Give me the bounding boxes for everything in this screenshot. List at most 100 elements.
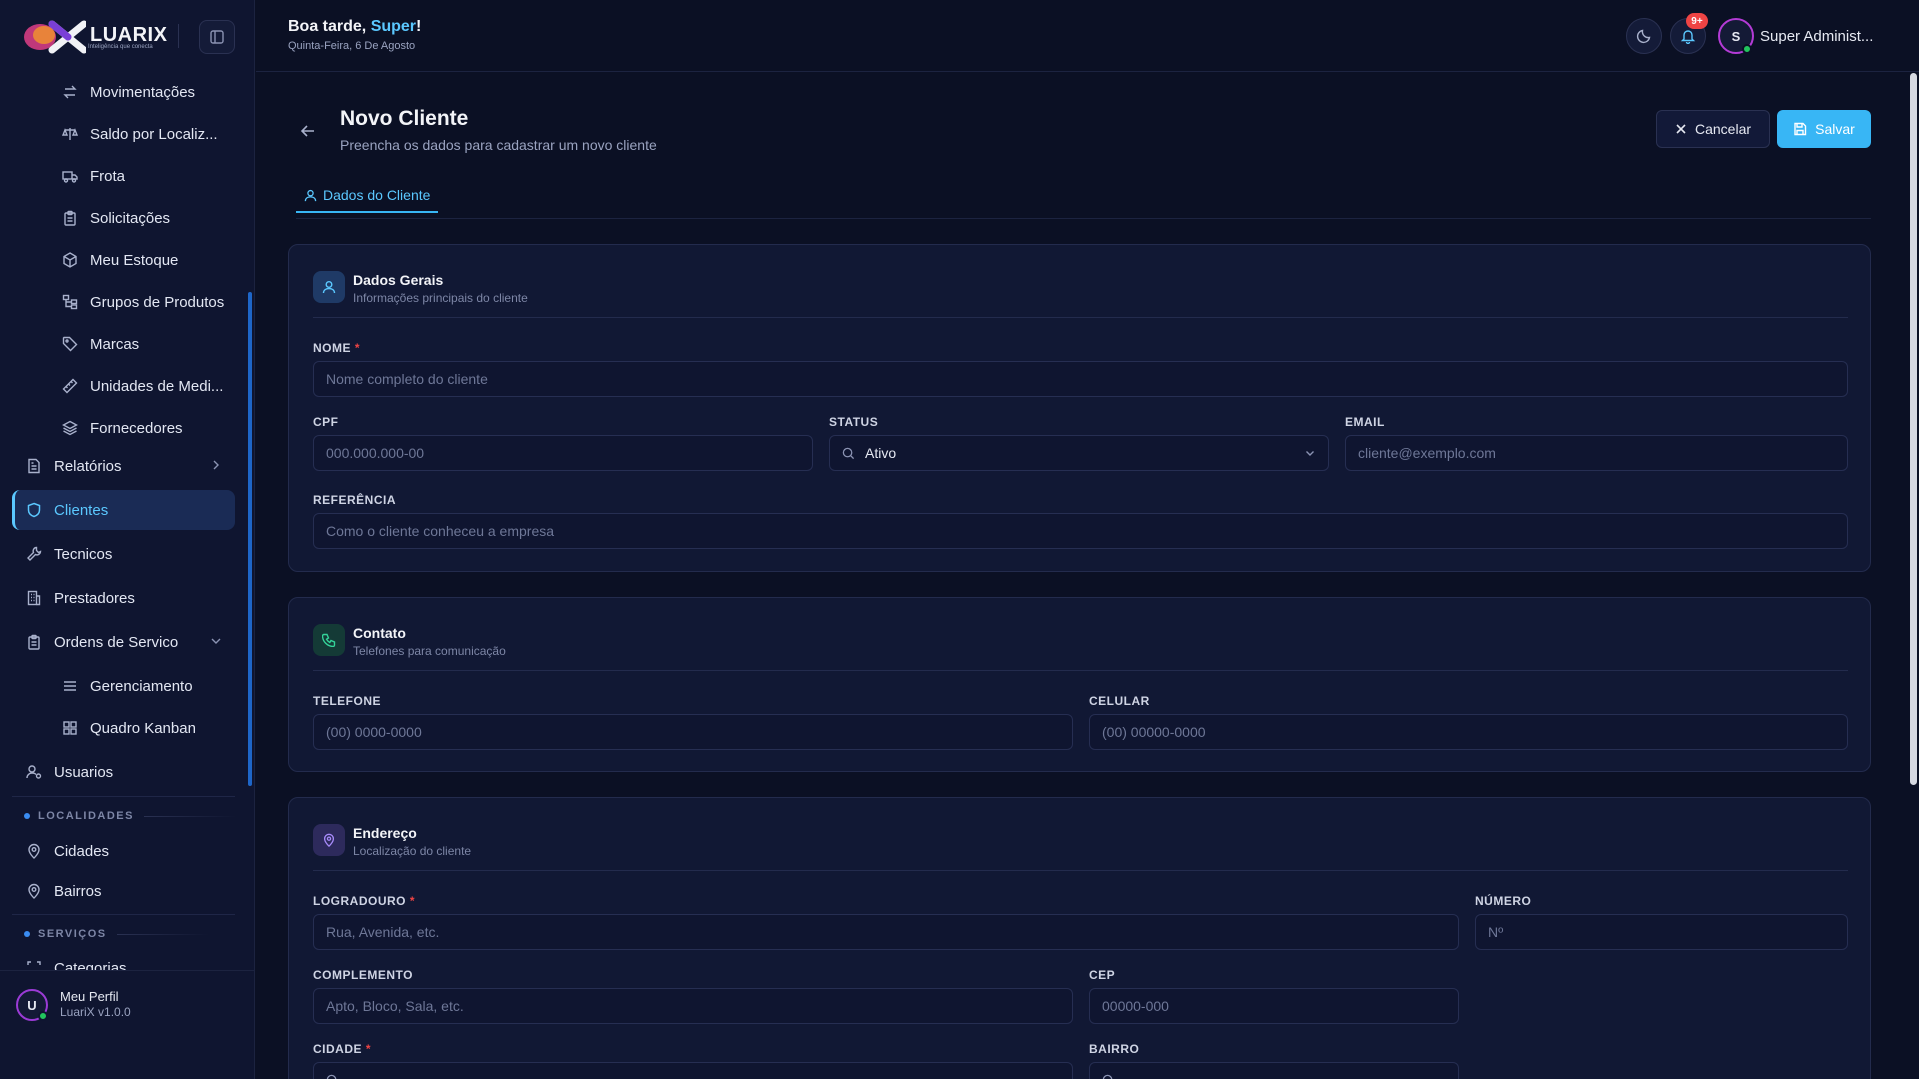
sidebar-item-gerenciamento[interactable]: Gerenciamento bbox=[12, 666, 235, 706]
telefone-input[interactable]: (00) 0000-0000 bbox=[313, 714, 1073, 750]
report-icon bbox=[24, 456, 44, 476]
sidebar-item-ordens-servico[interactable]: Ordens de Servico bbox=[12, 622, 235, 662]
referencia-input[interactable]: Como o cliente conheceu a empresa bbox=[313, 513, 1848, 549]
cidade-label: CIDADE * bbox=[313, 1042, 371, 1056]
tree-icon bbox=[60, 292, 80, 312]
email-label: EMAIL bbox=[1345, 415, 1385, 429]
celular-input[interactable]: (00) 00000-0000 bbox=[1089, 714, 1848, 750]
save-icon bbox=[1794, 122, 1807, 136]
numero-input[interactable]: Nº bbox=[1475, 914, 1848, 950]
sidebar-item-frota[interactable]: Frota bbox=[12, 156, 235, 196]
card-dados-gerais: Dados Gerais Informações principais do c… bbox=[288, 244, 1871, 572]
app-version: LuariX v1.0.0 bbox=[60, 1005, 131, 1019]
cpf-input[interactable]: 000.000.000-00 bbox=[313, 435, 813, 471]
page-subtitle: Preencha os dados para cadastrar um novo… bbox=[340, 137, 657, 153]
sidebar-item-marcas[interactable]: Marcas bbox=[12, 324, 235, 364]
sidebar-item-label: Fornecedores bbox=[90, 419, 183, 437]
current-date: Quinta-Feira, 6 De Agosto bbox=[288, 40, 416, 52]
tab-label: Dados do Cliente bbox=[323, 187, 431, 203]
sidebar-item-usuarios[interactable]: Usuarios bbox=[12, 752, 235, 792]
section-localidades: LOCALIDADES bbox=[24, 810, 236, 822]
email-input[interactable]: cliente@exemplo.com bbox=[1345, 435, 1848, 471]
close-icon bbox=[1676, 124, 1686, 134]
save-button[interactable]: Salvar bbox=[1777, 110, 1871, 148]
card-title: Contato bbox=[353, 625, 406, 641]
sidebar-item-label: Clientes bbox=[54, 501, 109, 519]
sidebar-item-label: Ordens de Servico bbox=[54, 633, 179, 651]
chevron-down-icon bbox=[1304, 447, 1316, 459]
search-icon bbox=[1102, 1074, 1115, 1079]
scale-icon bbox=[60, 124, 80, 144]
sidebar-item-clientes[interactable]: Clientes bbox=[12, 490, 235, 530]
page-scrollbar[interactable] bbox=[1908, 73, 1919, 1079]
brain-logo-icon bbox=[24, 20, 86, 54]
required-mark: * bbox=[354, 341, 361, 355]
sidebar-item-solicitacoes[interactable]: Solicitações bbox=[12, 198, 235, 238]
sidebar-item-label: Relatórios bbox=[54, 457, 122, 475]
clipboard-icon bbox=[60, 208, 80, 228]
user-name[interactable]: Super Administ... bbox=[1760, 28, 1873, 45]
profile-menu[interactable]: U Meu Perfil LuariX v1.0.0 bbox=[0, 970, 255, 1079]
online-indicator bbox=[38, 1011, 48, 1021]
tabs-divider bbox=[296, 218, 1871, 219]
save-label: Salvar bbox=[1815, 121, 1855, 137]
cancel-button[interactable]: Cancelar bbox=[1656, 110, 1770, 148]
sidebar-scrollbar[interactable] bbox=[248, 292, 252, 786]
theme-toggle-button[interactable] bbox=[1626, 18, 1662, 54]
card-subtitle: Localização do cliente bbox=[353, 844, 472, 858]
greeting-prefix: Boa tarde, bbox=[288, 18, 371, 35]
complemento-input[interactable]: Apto, Bloco, Sala, etc. bbox=[313, 988, 1073, 1024]
card-divider bbox=[313, 870, 1848, 871]
sidebar-item-label: Unidades de Medi... bbox=[90, 377, 224, 395]
nome-input[interactable]: Nome completo do cliente bbox=[313, 361, 1848, 397]
back-button[interactable] bbox=[296, 119, 320, 143]
scrollbar-thumb[interactable] bbox=[1910, 73, 1917, 785]
sidebar-item-tecnicos[interactable]: Tecnicos bbox=[12, 534, 235, 574]
sidebar-item-unidades[interactable]: Unidades de Medi... bbox=[12, 366, 235, 406]
sidebar-item-movimentacoes[interactable]: Movimentações bbox=[12, 72, 235, 112]
sidebar-item-quadro-kanban[interactable]: Quadro Kanban bbox=[12, 708, 235, 748]
sidebar-item-label: Gerenciamento bbox=[90, 677, 193, 695]
card-divider bbox=[313, 670, 1848, 671]
sidebar-item-saldo[interactable]: Saldo por Localiz... bbox=[12, 114, 235, 154]
logradouro-input[interactable]: Rua, Avenida, etc. bbox=[313, 914, 1459, 950]
logo-divider bbox=[178, 24, 179, 48]
tab-dados-cliente[interactable]: Dados do Cliente bbox=[296, 179, 439, 213]
search-icon bbox=[842, 447, 855, 460]
sidebar-item-label: Quadro Kanban bbox=[90, 719, 196, 737]
sidebar-item-label: Categorias bbox=[54, 959, 127, 971]
card-divider bbox=[313, 317, 1848, 318]
status-select[interactable]: Ativo bbox=[829, 435, 1329, 471]
section-dot bbox=[24, 813, 30, 819]
sidebar-item-prestadores[interactable]: Prestadores bbox=[12, 578, 235, 618]
greeting-suffix: ! bbox=[416, 18, 422, 35]
scan-icon bbox=[24, 958, 44, 970]
user-icon bbox=[304, 189, 317, 201]
sidebar-item-grupos-produtos[interactable]: Grupos de Produtos bbox=[12, 282, 235, 322]
sidebar-item-label: Movimentações bbox=[90, 83, 196, 101]
sidebar-item-bairros[interactable]: Bairros bbox=[12, 871, 235, 911]
card-title: Endereço bbox=[353, 825, 417, 841]
cidade-select[interactable] bbox=[313, 1062, 1073, 1079]
main-content: Novo Cliente Preencha os dados para cada… bbox=[256, 73, 1908, 1079]
box-icon bbox=[60, 250, 80, 270]
celular-label: CELULAR bbox=[1089, 694, 1150, 708]
card-icon bbox=[313, 824, 345, 856]
map-pin-icon bbox=[24, 841, 44, 861]
search-icon bbox=[326, 1074, 339, 1079]
chevron-down-icon bbox=[211, 638, 221, 644]
sidebar-item-meu-estoque[interactable]: Meu Estoque bbox=[12, 240, 235, 280]
arrows-swap-icon bbox=[60, 82, 80, 102]
bairro-label: BAIRRO bbox=[1089, 1042, 1140, 1056]
sidebar-item-cidades[interactable]: Cidades bbox=[12, 831, 235, 871]
collapse-sidebar-button[interactable] bbox=[199, 20, 235, 54]
cep-input[interactable]: 00000-000 bbox=[1089, 988, 1459, 1024]
sidebar-item-fornecedores[interactable]: Fornecedores bbox=[12, 408, 235, 448]
sidebar-item-label: Bairros bbox=[54, 882, 102, 900]
sidebar-item-relatorios[interactable]: Relatórios bbox=[12, 446, 235, 486]
bairro-select[interactable] bbox=[1089, 1062, 1459, 1079]
wrench-icon bbox=[24, 544, 44, 564]
sidebar: LUARIX Inteligência que conecta Moviment… bbox=[0, 0, 255, 1079]
map-pin-icon bbox=[24, 881, 44, 901]
sidebar-item-categorias[interactable]: Categorias bbox=[12, 948, 235, 970]
